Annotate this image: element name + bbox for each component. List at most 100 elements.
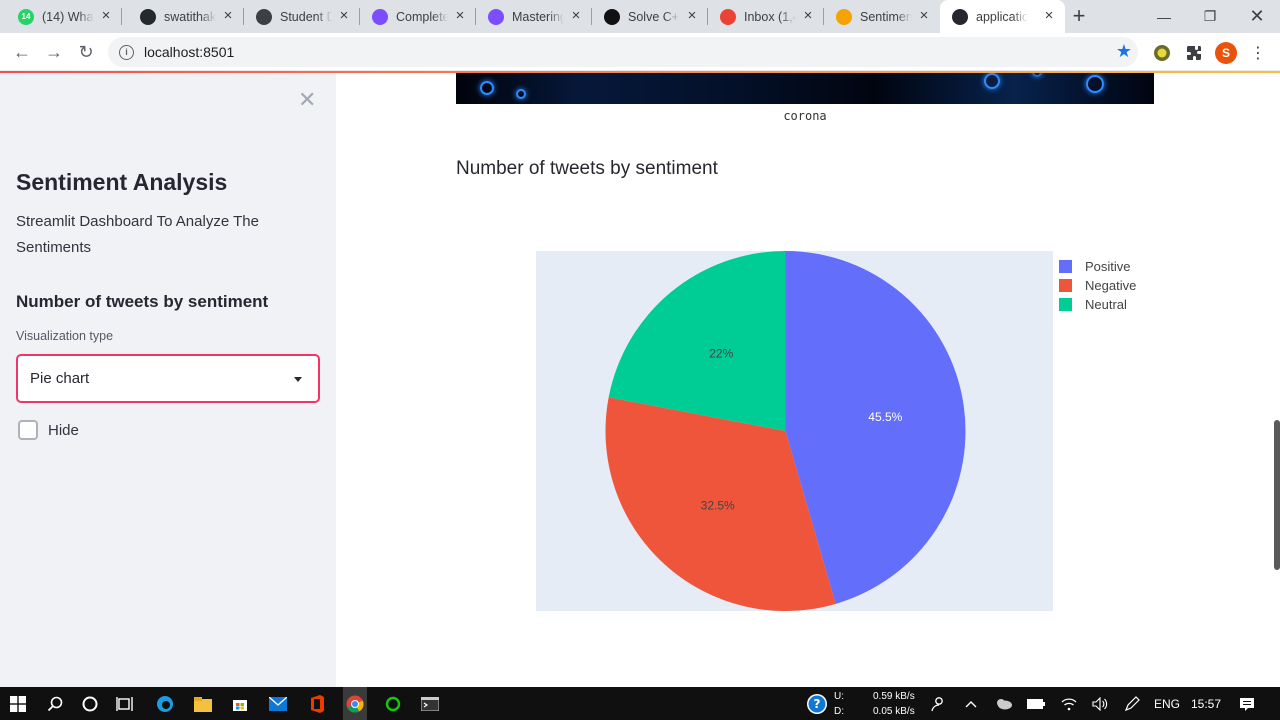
corona-image bbox=[456, 73, 1154, 104]
chrome-taskbar-icon[interactable] bbox=[343, 687, 367, 720]
browser-tab[interactable]: Solve C++ × bbox=[592, 0, 708, 33]
close-tab-icon[interactable]: × bbox=[1041, 8, 1057, 24]
windows-taskbar: ? U: D: 0.59 kB/s 0.05 kB/s ENG 15:57 bbox=[0, 687, 1280, 720]
tab-title: applicatio bbox=[976, 9, 1028, 24]
close-sidebar-icon[interactable]: ✕ bbox=[298, 89, 316, 111]
file-explorer-icon[interactable] bbox=[192, 693, 214, 715]
chevron-down-icon bbox=[294, 377, 302, 382]
extension-icon[interactable] bbox=[1151, 42, 1173, 64]
tab-title: (14) What bbox=[42, 9, 94, 24]
browser-tab[interactable]: Inbox (1,4 × bbox=[708, 0, 824, 33]
bookmark-star-icon[interactable]: ★ bbox=[1116, 41, 1132, 62]
onedrive-icon[interactable] bbox=[993, 693, 1015, 715]
svg-text:?: ? bbox=[814, 697, 821, 711]
site-info-icon[interactable]: i bbox=[119, 44, 134, 60]
tab-favicon-icon bbox=[488, 8, 504, 25]
office-icon[interactable] bbox=[306, 693, 328, 715]
browser-tab[interactable]: Complete × bbox=[360, 0, 476, 33]
tab-favicon-icon bbox=[372, 8, 388, 25]
clock[interactable]: 15:57 bbox=[1191, 697, 1221, 711]
tab-title: Sentimen bbox=[860, 9, 912, 24]
new-tab-button[interactable]: + bbox=[1066, 4, 1092, 30]
task-view-icon[interactable] bbox=[114, 693, 136, 715]
browser-menu-icon[interactable]: ⋮ bbox=[1247, 42, 1269, 64]
legend-item-negative[interactable]: Negative bbox=[1059, 278, 1136, 293]
close-tab-icon[interactable]: × bbox=[800, 8, 816, 24]
upload-rate: 0.59 kB/s bbox=[873, 691, 915, 702]
close-tab-icon[interactable]: × bbox=[916, 8, 932, 24]
back-button[interactable]: ← bbox=[8, 39, 36, 65]
browser-tab[interactable]: Student D × bbox=[244, 0, 360, 33]
volume-icon[interactable] bbox=[1089, 693, 1111, 715]
close-tab-icon[interactable]: × bbox=[98, 8, 114, 24]
reload-button[interactable]: ↻ bbox=[72, 39, 100, 65]
terminal-icon[interactable] bbox=[419, 693, 441, 715]
cortana-icon[interactable] bbox=[79, 693, 101, 715]
tab-strip: 14 (14) What × swatithak × Student D × Complete… bbox=[0, 0, 1280, 33]
legend-swatch bbox=[1059, 298, 1072, 311]
people-icon[interactable] bbox=[927, 693, 949, 715]
notifications-icon[interactable] bbox=[1236, 693, 1258, 715]
windows-start-icon[interactable] bbox=[7, 693, 29, 715]
help-icon[interactable]: ? bbox=[806, 693, 828, 715]
tab-favicon-icon bbox=[952, 8, 968, 25]
sidebar-title: Sentiment Analysis bbox=[16, 169, 228, 195]
tab-title: swatithak bbox=[164, 9, 216, 24]
tab-favicon-icon bbox=[140, 8, 156, 25]
tab-title: Inbox (1,4 bbox=[744, 9, 796, 24]
page-scrollbar[interactable] bbox=[1274, 420, 1280, 570]
legend-label: Negative bbox=[1085, 278, 1137, 293]
pie-slice-label: 32.5% bbox=[701, 499, 735, 513]
pen-icon[interactable] bbox=[1121, 693, 1143, 715]
browser-tab[interactable]: 14 (14) What × bbox=[6, 0, 122, 33]
tab-favicon-icon bbox=[604, 8, 620, 25]
mail-icon[interactable] bbox=[267, 693, 289, 715]
chevron-up-icon[interactable] bbox=[960, 693, 982, 715]
close-tab-icon[interactable]: × bbox=[452, 8, 468, 24]
browser-tab[interactable]: applicatio × bbox=[940, 0, 1065, 33]
legend-item-positive[interactable]: Positive bbox=[1059, 259, 1131, 274]
legend-swatch bbox=[1059, 260, 1072, 273]
pie-slice-label: 45.5% bbox=[868, 410, 902, 424]
green-app-icon[interactable] bbox=[382, 693, 404, 715]
tab-title: Mastering bbox=[512, 9, 564, 24]
hide-checkbox-label[interactable]: Hide bbox=[48, 422, 79, 439]
legend-item-neutral[interactable]: Neutral bbox=[1059, 297, 1127, 312]
sidebar-subheader: Number of tweets by sentiment bbox=[16, 292, 269, 311]
visualization-type-select[interactable]: Pie chart bbox=[16, 354, 320, 403]
close-tab-icon[interactable]: × bbox=[684, 8, 700, 24]
tab-title: Complete bbox=[396, 9, 448, 24]
browser-tab[interactable]: Sentimen × bbox=[824, 0, 940, 33]
sidebar: ✕ Sentiment Analysis Streamlit Dashboard… bbox=[0, 73, 336, 687]
hide-checkbox-row[interactable]: Hide bbox=[18, 420, 79, 440]
browser-tab[interactable]: Mastering × bbox=[476, 0, 592, 33]
minimize-button[interactable]: — bbox=[1141, 0, 1187, 33]
maximize-button[interactable]: ❐ bbox=[1187, 0, 1233, 33]
address-bar[interactable]: i localhost:8501 ★ bbox=[108, 37, 1138, 67]
browser-toolbar: ← → ↻ i localhost:8501 ★ S ⋮ bbox=[0, 33, 1280, 71]
edge-icon[interactable] bbox=[154, 693, 176, 715]
tab-title: Solve C++ bbox=[628, 9, 680, 24]
close-tab-icon[interactable]: × bbox=[568, 8, 584, 24]
store-icon[interactable] bbox=[229, 693, 251, 715]
language-indicator[interactable]: ENG bbox=[1154, 697, 1180, 711]
extensions-puzzle-icon[interactable] bbox=[1183, 42, 1205, 64]
tab-favicon-icon bbox=[256, 8, 272, 25]
tab-favicon-icon bbox=[720, 8, 736, 25]
wifi-icon[interactable] bbox=[1058, 693, 1080, 715]
battery-icon[interactable] bbox=[1025, 693, 1047, 715]
profile-avatar[interactable]: S bbox=[1215, 42, 1237, 64]
close-window-button[interactable]: ✕ bbox=[1234, 0, 1280, 33]
forward-button[interactable]: → bbox=[40, 39, 68, 65]
section-title: Number of tweets by sentiment bbox=[456, 158, 718, 179]
sentiment-pie-chart: 45.5% 32.5% 22% bbox=[536, 251, 1053, 611]
search-icon[interactable] bbox=[44, 693, 66, 715]
download-label: D: bbox=[834, 706, 844, 717]
close-tab-icon[interactable]: × bbox=[220, 8, 236, 24]
url-text: localhost:8501 bbox=[144, 44, 235, 60]
visualization-type-label: Visualization type bbox=[16, 329, 114, 343]
upload-label: U: bbox=[834, 691, 844, 702]
close-tab-icon[interactable]: × bbox=[336, 8, 352, 24]
browser-tab[interactable]: swatithak × bbox=[128, 0, 244, 33]
hide-checkbox[interactable] bbox=[18, 420, 38, 440]
